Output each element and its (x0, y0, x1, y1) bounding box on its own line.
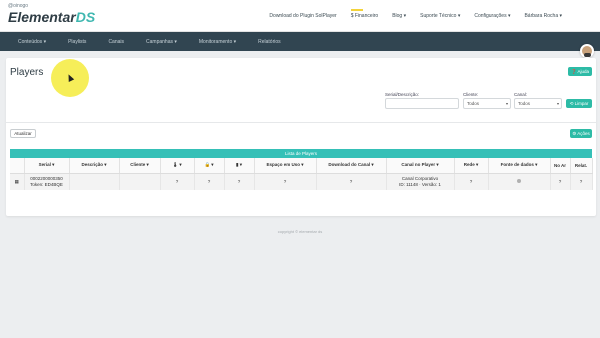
help-button[interactable]: ❓ Ajuda (568, 67, 592, 76)
financeiro-label: $ Financeiro (350, 13, 379, 19)
cell-download: ? (316, 173, 387, 190)
header-download[interactable]: Download do Canal ▾ (316, 158, 387, 174)
header-rede[interactable]: Rede ▾ (454, 158, 489, 174)
cell-relat: ? (570, 173, 593, 190)
logo-main-text: Elementar (8, 9, 76, 25)
cell-descricao (69, 173, 120, 190)
top-links: Download do Plugin SolPlayer $ Financeir… (269, 9, 562, 19)
main-nav: Conteúdos ▾ Playlists Canais Campanhas ▾… (0, 32, 600, 51)
user-menu[interactable]: Bárbara Rocha ▾ (524, 13, 562, 19)
cliente-select[interactable]: Todos ▾ (463, 98, 511, 109)
status-dot-icon (517, 178, 521, 183)
header-temperature[interactable]: 🌡 ▾ (160, 158, 195, 174)
cliente-select-value: Todos (467, 101, 480, 106)
cell-espaco: ? (254, 173, 317, 190)
header-storage[interactable]: ▮ ▾ (224, 158, 255, 174)
canal-id: ID: 11148 · Versão: 1 (399, 181, 441, 187)
cell-no-ar: ? (550, 173, 571, 190)
nav-item-conteudos[interactable]: Conteúdos ▾ (18, 39, 46, 45)
avatar[interactable] (580, 44, 594, 58)
serial-token: Token: ED4BQE (30, 181, 63, 187)
logo-text: ElementarDS (8, 9, 95, 25)
header-select[interactable] (10, 158, 25, 174)
cell-canal: Canal Corporativo ID: 11148 · Versão: 1 (386, 173, 455, 190)
table-title: Lista de Players (10, 149, 592, 158)
header-canal[interactable]: Canal no Player ▾ (386, 158, 455, 174)
nav-item-relatorios[interactable]: Relatórios (258, 39, 281, 45)
header-cliente[interactable]: Cliente ▾ (119, 158, 161, 174)
cell-storage: ? (224, 173, 255, 190)
nav-item-playlists[interactable]: Playlists (68, 39, 86, 45)
page-title: Players (10, 67, 44, 78)
support-menu[interactable]: Suporte Técnico ▾ (420, 13, 460, 19)
header-no-ar[interactable]: No Ar (550, 158, 571, 174)
nav-item-canais[interactable]: Canais (108, 39, 124, 45)
header-espaco[interactable]: Espaço em Uso ▾ (254, 158, 317, 174)
clear-filters-button[interactable]: ⟲ Limpar (566, 99, 592, 108)
cell-rede: ? (454, 173, 489, 190)
cliente-filter-label: Cliente: (463, 92, 479, 97)
financeiro-highlight-bar (350, 9, 363, 11)
row-checkbox[interactable]: ▦ (10, 173, 25, 190)
header-serial[interactable]: Serial ▾ (24, 158, 70, 174)
footer-copyright: copyright © elementar ds (277, 229, 323, 234)
financeiro-link[interactable]: $ Financeiro (350, 9, 379, 19)
actions-button[interactable]: ⚙ Ações (570, 129, 592, 138)
logo-accent-text: DS (75, 9, 96, 25)
header-fonte[interactable]: Fonte de dados ▾ (488, 158, 551, 174)
cell-temperature: ? (160, 173, 195, 190)
cell-fonte (488, 173, 551, 190)
nav-item-campanhas[interactable]: Campanhas ▾ (146, 39, 177, 45)
logo[interactable]: @oinogo ElementarDS (8, 3, 95, 25)
serial-filter-input[interactable] (385, 98, 459, 109)
table-row[interactable]: ▦ 0002200000350 Token: ED4BQE ? ? ? ? ? C… (10, 173, 593, 190)
canal-filter-label: Canal: (514, 92, 528, 97)
chevron-down-icon: ▾ (556, 101, 559, 106)
table-header-row: Serial ▾ Descrição ▾ Cliente ▾ 🌡 ▾ 🔒 ▾ ▮… (10, 158, 593, 174)
blog-menu[interactable]: Blog ▾ (392, 13, 406, 19)
settings-menu[interactable]: Configurações ▾ (474, 13, 510, 19)
header-lock[interactable]: 🔒 ▾ (194, 158, 225, 174)
serial-filter-label: Serial/Descrição: (385, 92, 420, 97)
cell-serial: 0002200000350 Token: ED4BQE (24, 173, 70, 190)
top-header: @oinogo ElementarDS Download do Plugin S… (0, 0, 600, 32)
canal-select[interactable]: Todos ▾ (514, 98, 562, 109)
players-card: Players ❓ Ajuda Serial/Descrição: Client… (6, 58, 596, 216)
canal-select-value: Todos (518, 101, 531, 106)
chevron-down-icon: ▾ (505, 101, 508, 106)
players-table: Lista de Players Serial ▾ Descrição ▾ Cl… (10, 149, 593, 190)
header-descricao[interactable]: Descrição ▾ (69, 158, 120, 174)
nav-item-monitoramento[interactable]: Monitoramento ▾ (199, 39, 236, 45)
serial-number: 0002200000350 (30, 175, 63, 181)
cell-lock: ? (194, 173, 225, 190)
download-plugin-link[interactable]: Download do Plugin SolPlayer (269, 13, 336, 19)
divider (6, 122, 596, 123)
refresh-button[interactable]: Atualizar (10, 129, 36, 138)
cell-cliente (119, 173, 161, 190)
header-relat[interactable]: Relat. (570, 158, 593, 174)
